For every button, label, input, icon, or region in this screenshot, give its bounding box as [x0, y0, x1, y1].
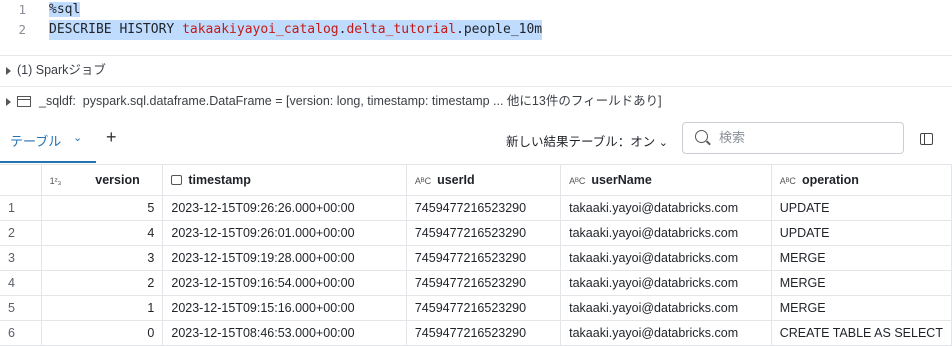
cell-version[interactable]: 0 [41, 320, 164, 346]
search-input[interactable] [717, 129, 891, 146]
results-table: 1²₃ version timestamp AᴮC userId AᴮC userNa… [0, 164, 952, 346]
row-index: 6 [0, 320, 42, 346]
cell-timestamp[interactable]: 2023-12-15T08:46:53.000+00:00 [162, 320, 407, 346]
row-index: 5 [0, 295, 42, 321]
cell-username[interactable]: takaaki.yayoi@databricks.com [560, 270, 772, 296]
table-row[interactable]: 1 5 2023-12-15T09:26:26.000+00:00 745947… [0, 195, 952, 221]
search-icon [695, 130, 708, 143]
string-type-icon: AᴮC [414, 176, 432, 186]
code-editor[interactable]: 1 %sql 2 DESCRIBE HISTORY takaakiyayoi_c… [0, 0, 952, 50]
cell-timestamp[interactable]: 2023-12-15T09:26:26.000+00:00 [162, 195, 407, 221]
cell-version[interactable]: 1 [41, 295, 164, 321]
cell-operation[interactable]: MERGE [771, 270, 952, 296]
sql-keyword-history: HISTORY [119, 22, 175, 37]
cell-timestamp[interactable]: 2023-12-15T09:15:16.000+00:00 [162, 295, 407, 321]
dataframe-schema: pyspark.sql.dataframe.DataFrame = [versi… [82, 94, 662, 108]
string-type-icon: AᴮC [779, 176, 796, 186]
tab-active-indicator [0, 161, 96, 163]
table-header-row: 1²₃ version timestamp AᴮC userId AᴮC userNa… [0, 164, 952, 196]
results-toolbar: テーブル ⌄ + 新しい結果テーブル：オン ⌄ [0, 118, 952, 164]
chevron-down-icon[interactable]: ⌄ [73, 131, 82, 144]
table-icon [17, 96, 31, 108]
table-name: people_10m [463, 22, 543, 37]
search-box[interactable] [682, 122, 904, 154]
table-row[interactable]: 6 0 2023-12-15T08:46:53.000+00:00 745947… [0, 320, 952, 346]
cell-username[interactable]: takaaki.yayoi@databricks.com [560, 245, 772, 271]
cell-userid[interactable]: 7459477216523290 [406, 220, 562, 246]
spark-jobs-row[interactable]: (1) Sparkジョブ [0, 56, 952, 84]
cell-userid[interactable]: 7459477216523290 [406, 320, 562, 346]
cell-userid[interactable]: 7459477216523290 [406, 195, 562, 221]
sql-keyword-describe: DESCRIBE [49, 22, 112, 37]
cell-userid[interactable]: 7459477216523290 [406, 270, 562, 296]
row-index: 1 [0, 195, 42, 221]
dataframe-info-row[interactable]: _sqldf: pyspark.sql.dataframe.DataFrame … [0, 87, 952, 115]
line-number: 1 [18, 2, 26, 17]
add-visualization-button[interactable]: + [106, 127, 117, 148]
integer-type-icon: 1²₃ [49, 176, 62, 186]
cell-operation[interactable]: MERGE [771, 295, 952, 321]
side-panel-icon[interactable] [920, 133, 933, 145]
dataframe-name: _sqldf: [39, 94, 76, 108]
cell-username[interactable]: takaaki.yayoi@databricks.com [560, 295, 772, 321]
spark-jobs-label: (1) Sparkジョブ [17, 63, 106, 77]
catalog-name: takaakiyayoi_catalog [182, 22, 339, 37]
cell-userid[interactable]: 7459477216523290 [406, 295, 562, 321]
table-row[interactable]: 2 4 2023-12-15T09:26:01.000+00:00 745947… [0, 220, 952, 246]
cell-userid[interactable]: 7459477216523290 [406, 245, 562, 271]
chevron-down-icon: ⌄ [658, 137, 668, 149]
table-row[interactable]: 4 2 2023-12-15T09:16:54.000+00:00 745947… [0, 270, 952, 296]
row-index: 2 [0, 220, 42, 246]
cell-username[interactable]: takaaki.yayoi@databricks.com [560, 220, 772, 246]
string-type-icon: AᴮC [569, 176, 586, 186]
table-row[interactable]: 3 3 2023-12-15T09:19:28.000+00:00 745947… [0, 245, 952, 271]
cell-operation[interactable]: CREATE TABLE AS SELECT [771, 320, 952, 346]
cell-version[interactable]: 2 [41, 270, 164, 296]
cell-username[interactable]: takaaki.yayoi@databricks.com [560, 195, 772, 221]
tab-table[interactable]: テーブル [10, 131, 61, 150]
row-index: 3 [0, 245, 42, 271]
column-header-operation[interactable]: AᴮC operation [771, 164, 952, 196]
new-result-table-toggle[interactable]: 新しい結果テーブル：オン ⌄ [506, 131, 668, 150]
cell-operation[interactable]: UPDATE [771, 220, 952, 246]
column-header-username[interactable]: AᴮC userName [560, 164, 772, 196]
cell-version[interactable]: 3 [41, 245, 164, 271]
line-number: 2 [18, 22, 26, 37]
cell-version[interactable]: 5 [41, 195, 164, 221]
expand-triangle-icon[interactable] [6, 97, 11, 106]
cell-timestamp[interactable]: 2023-12-15T09:16:54.000+00:00 [162, 270, 407, 296]
cell-operation[interactable]: MERGE [771, 245, 952, 271]
expand-triangle-icon[interactable] [6, 66, 11, 75]
cell-version[interactable]: 4 [41, 220, 164, 246]
cell-username[interactable]: takaaki.yayoi@databricks.com [560, 320, 772, 346]
cell-timestamp[interactable]: 2023-12-15T09:19:28.000+00:00 [162, 245, 407, 271]
row-index: 4 [0, 270, 42, 296]
row-index-header [0, 164, 42, 196]
toggle-label: 新しい結果テーブル：オン [506, 135, 656, 149]
column-header-userid[interactable]: AᴮC userId [406, 164, 562, 196]
calendar-icon [171, 175, 183, 185]
table-row[interactable]: 5 1 2023-12-15T09:15:16.000+00:00 745947… [0, 295, 952, 321]
magic-command: %sql [49, 2, 81, 17]
cell-operation[interactable]: UPDATE [771, 195, 952, 221]
cell-timestamp[interactable]: 2023-12-15T09:26:01.000+00:00 [162, 220, 407, 246]
schema-name: delta_tutorial [346, 22, 457, 37]
column-header-version[interactable]: 1²₃ version [41, 164, 164, 196]
column-header-timestamp[interactable]: timestamp [162, 164, 407, 196]
